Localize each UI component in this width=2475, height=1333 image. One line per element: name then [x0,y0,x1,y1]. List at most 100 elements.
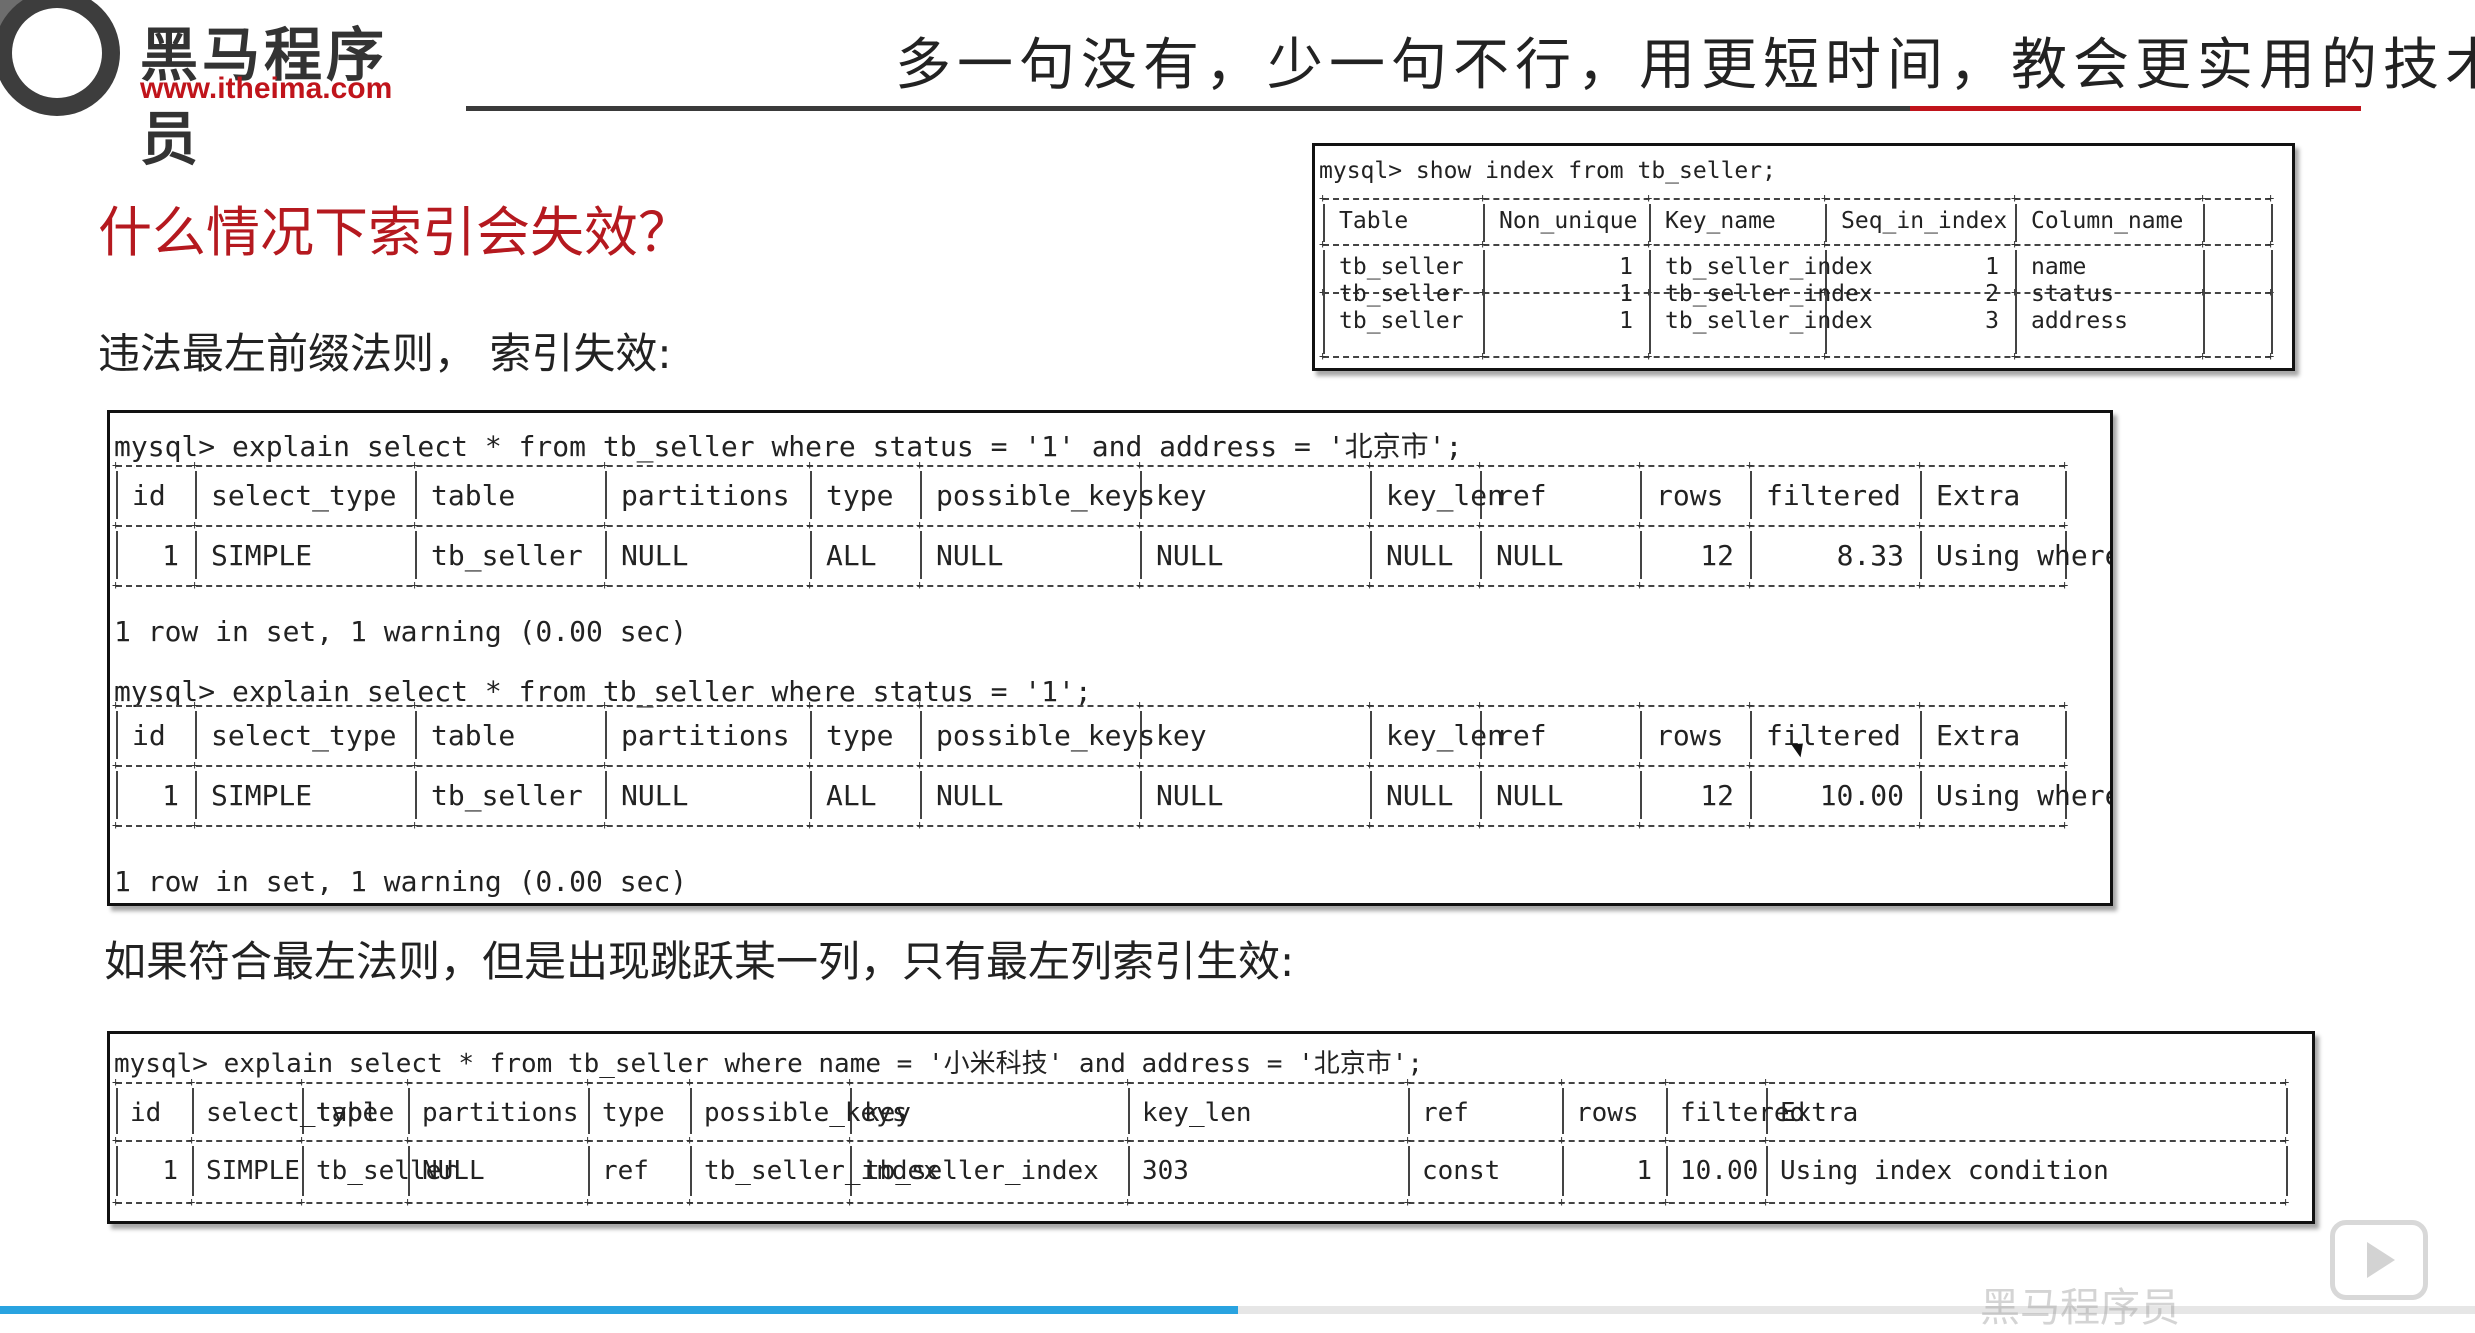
explain-3-header: Extra [1780,1098,1859,1128]
table-border-bar [1640,471,1642,519]
table-border-plus: + [1476,458,1484,472]
table-border-bar [415,531,417,579]
table-border-plus: + [298,1075,306,1089]
table-border-plus: + [916,698,924,712]
table-border-plus: + [601,578,609,592]
explain-2-header: id [132,719,166,752]
table-border-plus: + [2061,758,2069,772]
table-border-bar [1562,1088,1564,1134]
table-border-plus: + [806,518,814,532]
table-border-plus: + [806,758,814,772]
table-border-plus: + [191,758,199,772]
table-border-bar [408,1088,410,1134]
index-table-header: Table [1339,208,1409,234]
table-border-plus: + [411,578,419,592]
table-border-bar [690,1146,692,1196]
table-border-plus: + [2282,1133,2290,1147]
table-border-bar [1649,204,1651,242]
table-border-bar [1140,771,1142,819]
explain-2-cell: Using where [1936,779,2113,812]
table-border-plus: + [1636,458,1644,472]
table-border-bar [1640,711,1642,759]
table-border-bar [2203,204,2205,242]
table-border-bar [1920,771,1922,819]
table-border-line [116,585,2065,587]
explain-3-command: mysql> explain select * from tb_seller w… [114,1049,1424,1079]
table-border-bar [195,531,197,579]
index-table-header: Non_unique [1499,208,1638,234]
table-border-plus: + [1746,818,1754,832]
index-table-cell: tb_seller [1339,308,1464,334]
table-border-bar [1666,1146,1668,1196]
index-table-cell: name [2031,254,2087,280]
explain-2-cell: 1 [162,779,179,812]
table-border-plus: + [1636,518,1644,532]
header-divider-accent [1910,106,2361,111]
table-border-bar [588,1088,590,1134]
table-border-plus: + [1476,758,1484,772]
explain-3-terminal: mysql> explain select * from tb_seller w… [107,1031,2315,1224]
table-border-plus: + [584,1133,592,1147]
table-border-plus: + [1746,518,1754,532]
explain-1-cell: NULL [621,539,689,572]
table-border-plus: + [191,518,199,532]
table-border-plus: + [112,578,120,592]
table-border-plus: + [601,698,609,712]
table-border-plus: + [1404,1133,1412,1147]
table-border-plus: + [916,758,924,772]
rule-2-text: 如果符合最左法则，但是出现跳跃某一列，只有最左列索引生效: [104,937,1295,986]
table-border-bar [116,1088,118,1134]
explain-1-header: partitions [621,479,790,512]
table-border-bar [1750,531,1752,579]
explain-2-cell: 12 [1700,779,1734,812]
table-border-plus: + [1136,578,1144,592]
explain-2-header: possible_keys [936,719,1156,752]
play-icon[interactable] [2330,1220,2428,1300]
table-border-plus: + [601,758,609,772]
explain-3-cell: tb_seller_index [864,1156,1099,1186]
table-border-bar [1480,531,1482,579]
explain-3-cell: const [1422,1156,1501,1186]
table-border-bar [1750,471,1752,519]
explain-1-header: possible_keys [936,479,1156,512]
table-border-bar [2271,204,2273,242]
table-border-bar [195,771,197,819]
table-border-plus: + [404,1075,412,1089]
table-border-bar [1920,711,1922,759]
index-table-cell: 3 [1985,308,1999,334]
explain-2-cell: NULL [1496,779,1564,812]
table-border-bar [415,771,417,819]
table-border-plus: + [686,1133,694,1147]
table-border-plus: + [112,818,120,832]
table-border-plus: + [806,458,814,472]
table-border-plus: + [916,518,924,532]
table-border-bar [690,1088,692,1134]
explain-3-cell: Using index condition [1780,1156,2109,1186]
table-border-plus: + [584,1075,592,1089]
table-border-bar [1750,771,1752,819]
table-border-plus: + [1124,1195,1132,1209]
table-border-bar [605,531,607,579]
explain-1-command: mysql> explain select * from tb_seller w… [114,430,1463,463]
explain-2-cell: SIMPLE [211,779,313,812]
explain-2-header: key [1156,719,1207,752]
table-border-plus: + [404,1133,412,1147]
table-border-plus: + [2061,458,2069,472]
show-index-terminal: mysql> show index from tb_seller; + + + + + +… [1312,143,2295,371]
table-border-line [1323,356,2271,358]
explain-1-header: Extra [1936,479,2021,512]
table-border-plus: + [411,818,419,832]
table-border-bar [195,471,197,519]
table-border-plus: + [1746,458,1754,472]
explain-2-footer: 1 row in set, 1 warning (0.00 sec) [114,865,688,898]
explain-3-cell: 1 [1636,1156,1652,1186]
table-border-bar [810,771,812,819]
explain-1-header: key_len [1386,479,1505,512]
explain-2-cell: 10.00 [1819,779,1904,812]
table-border-plus: + [1404,1195,1412,1209]
table-border-plus: + [1366,458,1374,472]
table-border-plus: + [188,1133,196,1147]
table-border-bar [116,771,118,819]
table-border-line [116,765,2065,767]
table-border-plus: + [1916,518,1924,532]
